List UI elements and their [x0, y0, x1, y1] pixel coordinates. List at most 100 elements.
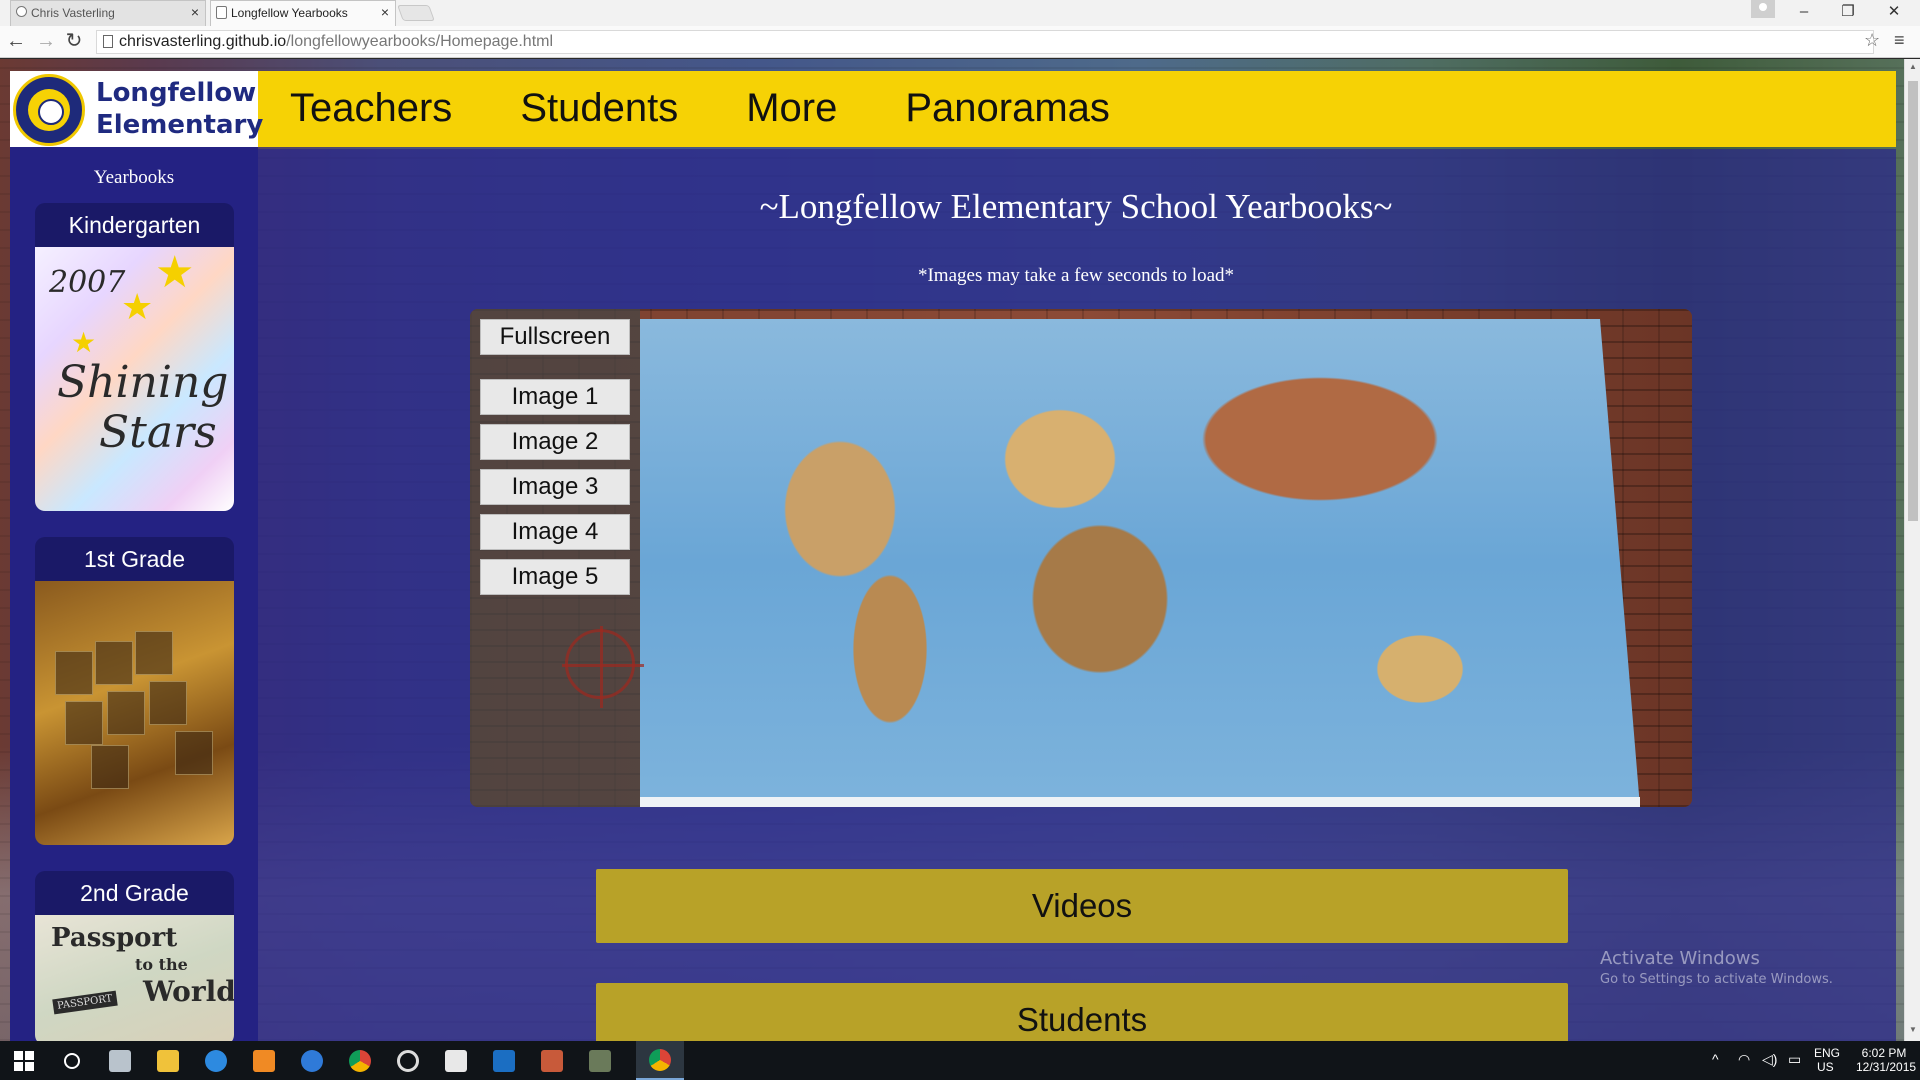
taskbar-store[interactable]: [432, 1041, 480, 1080]
mural-frame: [640, 797, 1640, 807]
fullscreen-button[interactable]: Fullscreen: [480, 319, 630, 355]
taskbar-app[interactable]: [480, 1041, 528, 1080]
yearbook-label: 2nd Grade: [80, 880, 189, 906]
browser-tabstrip: Chris Vasterling × Longfellow Yearbooks …: [0, 0, 1920, 26]
bookmark-star-icon[interactable]: ☆: [1864, 30, 1880, 51]
main-nav: Teachers Students More Panoramas: [290, 85, 1110, 135]
yearbook-sidebar: Yearbooks Kindergarten ★ ★ ★ 2007 Shinin…: [10, 147, 258, 1041]
yearbook-cover-2nd-grade[interactable]: Passport to the World PASSPORT: [35, 915, 234, 1041]
network-icon[interactable]: ◠: [1738, 1051, 1750, 1080]
task-view-icon: [109, 1049, 131, 1072]
yearbook-card-2nd-grade[interactable]: 2nd Grade Passport to the World PASSPORT: [35, 871, 234, 1041]
world-map-mural-image: [640, 319, 1640, 807]
start-button[interactable]: [0, 1041, 48, 1080]
close-window-button[interactable]: ✕: [1872, 0, 1916, 26]
cover-title-1: Shining: [57, 357, 229, 408]
taskbar-chrome[interactable]: [336, 1041, 384, 1080]
passport-label: PASSPORT: [52, 990, 118, 1015]
animal-photo-tile: [175, 731, 213, 775]
chrome-icon: [649, 1048, 671, 1071]
nav-teachers[interactable]: Teachers: [290, 85, 452, 135]
animal-photo-tile: [65, 701, 103, 745]
page-viewport: Longfellow Elementary Teachers Students …: [0, 59, 1904, 1041]
yearbook-label: 1st Grade: [84, 546, 185, 572]
cover-title-3: World: [143, 975, 234, 1008]
taskbar-edge[interactable]: [288, 1041, 336, 1080]
close-tab-icon[interactable]: ×: [381, 4, 389, 20]
system-clock[interactable]: 6:02 PM 12/31/2015: [1856, 1046, 1916, 1080]
input-language[interactable]: ENG US: [1814, 1046, 1840, 1080]
taskbar-chrome-active[interactable]: [636, 1041, 684, 1080]
logo-line-1: Longfellow: [96, 78, 257, 108]
volume-icon[interactable]: ◁): [1762, 1051, 1777, 1080]
show-hidden-icons[interactable]: ^: [1712, 1051, 1719, 1080]
image-1-button[interactable]: Image 1: [480, 379, 630, 415]
back-button[interactable]: ←: [4, 29, 28, 53]
students-section-button[interactable]: Students: [596, 983, 1568, 1041]
nav-panoramas[interactable]: Panoramas: [905, 85, 1110, 135]
yearbook-cover-kindergarten[interactable]: ★ ★ ★ 2007 Shining Stars: [35, 247, 234, 511]
forward-button[interactable]: →: [34, 29, 58, 53]
taskbar-internet-explorer[interactable]: [192, 1041, 240, 1080]
restore-button[interactable]: ❐: [1826, 0, 1870, 26]
scroll-thumb[interactable]: [1908, 81, 1918, 521]
videos-button[interactable]: Videos: [596, 869, 1568, 943]
cover-title-2: to the: [135, 955, 188, 974]
yearbook-card-kindergarten[interactable]: Kindergarten ★ ★ ★ 2007 Shining Stars: [35, 203, 234, 511]
taskbar-media-player[interactable]: [240, 1041, 288, 1080]
folder-icon: [157, 1049, 179, 1072]
cortana-search-button[interactable]: [48, 1041, 96, 1080]
image-2-button[interactable]: Image 2: [480, 424, 630, 460]
yearbook-card-1st-grade[interactable]: 1st Grade: [35, 537, 234, 845]
image-5-button[interactable]: Image 5: [480, 559, 630, 595]
reload-button[interactable]: ↻: [62, 29, 86, 53]
yearbook-cover-1st-grade[interactable]: [35, 581, 234, 845]
minimize-button[interactable]: –: [1782, 0, 1826, 26]
nav-students[interactable]: Students: [520, 85, 678, 135]
school-logo[interactable]: Longfellow Elementary: [10, 71, 264, 147]
animal-photo-tile: [149, 681, 187, 725]
activate-windows-subtitle: Go to Settings to activate Windows.: [1600, 972, 1833, 987]
cover-title-1: Passport: [51, 923, 178, 953]
chrome-icon: [349, 1049, 371, 1072]
scroll-down-icon[interactable]: ▼: [1908, 1025, 1918, 1037]
image-4-button[interactable]: Image 4: [480, 514, 630, 550]
tab-longfellow-yearbooks[interactable]: Longfellow Yearbooks ×: [210, 0, 396, 26]
internet-explorer-icon: [205, 1049, 227, 1072]
star-icon: ★: [155, 248, 195, 297]
address-bar[interactable]: chrisvasterling.github.io/longfellowyear…: [96, 30, 1874, 54]
clock-time: 6:02 PM: [1861, 1046, 1907, 1060]
windows-logo-icon: [14, 1050, 34, 1071]
activate-windows-title: Activate Windows: [1600, 948, 1760, 969]
windows-taskbar: ^ ◠ ◁) ▭ ENG US 6:02 PM 12/31/2015: [0, 1041, 1920, 1080]
site-header: Longfellow Elementary Teachers Students …: [10, 71, 1896, 147]
page-scrollbar[interactable]: ▲ ▼: [1904, 59, 1920, 1041]
image-3-button[interactable]: Image 3: [480, 469, 630, 505]
page-info-icon[interactable]: [103, 35, 113, 48]
edge-icon: [301, 1049, 323, 1072]
url-host: chrisvasterling.github.io: [119, 33, 287, 50]
taskbar-file-explorer[interactable]: [144, 1041, 192, 1080]
school-seal-icon: [13, 74, 85, 146]
tab-title: Chris Vasterling: [31, 6, 115, 20]
image-gallery: Fullscreen Image 1 Image 2 Image 3 Image…: [470, 309, 1692, 807]
notifications-icon[interactable]: ▭: [1788, 1051, 1801, 1080]
language-code: ENG: [1814, 1046, 1841, 1060]
nav-more[interactable]: More: [746, 85, 837, 135]
close-tab-icon[interactable]: ×: [191, 4, 199, 20]
taskbar-app[interactable]: [528, 1041, 576, 1080]
taskbar-settings[interactable]: [384, 1041, 432, 1080]
profile-icon[interactable]: [1751, 0, 1775, 18]
browser-menu-icon[interactable]: ≡: [1894, 30, 1905, 51]
scroll-up-icon[interactable]: ▲: [1908, 62, 1918, 74]
cover-year: 2007: [49, 265, 126, 300]
search-icon: [64, 1052, 80, 1069]
logo-line-2: Elementary: [96, 110, 264, 140]
taskbar-task-view[interactable]: [96, 1041, 144, 1080]
new-tab-button[interactable]: [397, 5, 435, 21]
store-icon: [445, 1049, 467, 1072]
taskbar-app[interactable]: [576, 1041, 624, 1080]
tab-chris-vasterling[interactable]: Chris Vasterling ×: [10, 0, 206, 26]
cover-title-2: Stars: [99, 407, 217, 458]
region-code: US: [1817, 1060, 1834, 1074]
